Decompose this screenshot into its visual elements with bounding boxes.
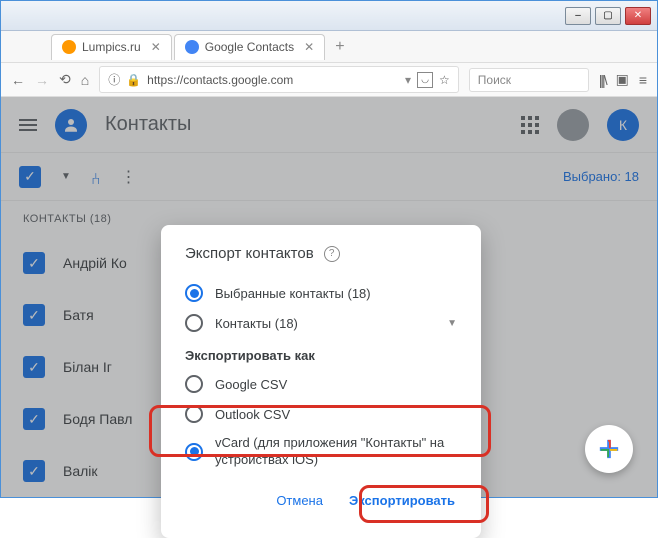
reload-icon[interactable]: ⟲ (59, 71, 71, 88)
radio-label: Выбранные контакты (18) (215, 286, 371, 301)
dialog-title: Экспорт контактов (185, 245, 314, 262)
tab-close-icon[interactable]: ✕ (304, 40, 314, 54)
lock-icon: 🔒 (126, 73, 141, 87)
radio-selected-contacts[interactable]: Выбранные контакты (18) (165, 278, 477, 308)
tab-label: Lumpics.ru (82, 40, 141, 54)
address-bar: ← → ⟲ ⌂ ⓘ 🔒 https://contacts.google.com … (1, 63, 657, 97)
tab-label: Google Contacts (205, 40, 294, 54)
radio-google-csv[interactable]: Google CSV (165, 369, 477, 399)
cancel-button[interactable]: Отмена (266, 487, 333, 514)
info-icon: ⓘ (108, 71, 120, 88)
search-placeholder: Поиск (478, 73, 511, 87)
star-icon[interactable]: ☆ (439, 73, 450, 87)
forward-icon[interactable]: → (35, 72, 49, 88)
radio-icon (185, 284, 203, 302)
favicon-icon (62, 40, 76, 54)
tab-lumpics[interactable]: Lumpics.ru ✕ (51, 34, 172, 60)
radio-all-contacts[interactable]: Контакты (18) ▼ (165, 308, 477, 338)
plus-icon (598, 438, 620, 460)
tab-close-icon[interactable]: ✕ (151, 40, 161, 54)
page-content: Контакты К ✓▼ ⑂ ⋮ Выбрано: 18 КОНТАКТЫ (… (1, 97, 657, 497)
highlight-annotation (359, 485, 489, 523)
radio-icon (185, 375, 203, 393)
radio-label: Контакты (18) (215, 316, 298, 331)
chevron-down-icon[interactable]: ▼ (447, 318, 457, 329)
back-icon[interactable]: ← (11, 72, 25, 88)
library-icon[interactable]: |||\ (599, 72, 606, 88)
minimize-button[interactable]: – (565, 7, 591, 25)
radio-label: Google CSV (215, 377, 287, 392)
close-button[interactable]: ✕ (625, 7, 651, 25)
tab-contacts[interactable]: Google Contacts ✕ (174, 34, 325, 60)
search-field[interactable]: Поиск (469, 68, 589, 92)
favicon-icon (185, 40, 199, 54)
add-contact-fab[interactable] (585, 425, 633, 473)
new-tab-button[interactable]: + (327, 38, 352, 56)
dropdown-icon[interactable]: ▾ (405, 73, 411, 87)
format-section-label: Экспортировать как (165, 338, 477, 369)
sidebar-icon[interactable]: ▣ (616, 71, 629, 88)
maximize-button[interactable]: ▢ (595, 7, 621, 25)
tab-strip: Lumpics.ru ✕ Google Contacts ✕ + (1, 31, 657, 63)
radio-icon (185, 314, 203, 332)
url-text: https://contacts.google.com (147, 73, 293, 87)
home-icon[interactable]: ⌂ (81, 72, 89, 88)
help-icon[interactable]: ? (324, 246, 340, 262)
url-field[interactable]: ⓘ 🔒 https://contacts.google.com ▾ ◡ ☆ (99, 66, 459, 93)
titlebar: – ▢ ✕ (1, 1, 657, 31)
browser-window: – ▢ ✕ Lumpics.ru ✕ Google Contacts ✕ + ←… (0, 0, 658, 498)
menu-icon[interactable]: ≡ (639, 72, 647, 88)
highlight-annotation (149, 405, 491, 457)
shield-icon[interactable]: ◡ (417, 72, 433, 88)
